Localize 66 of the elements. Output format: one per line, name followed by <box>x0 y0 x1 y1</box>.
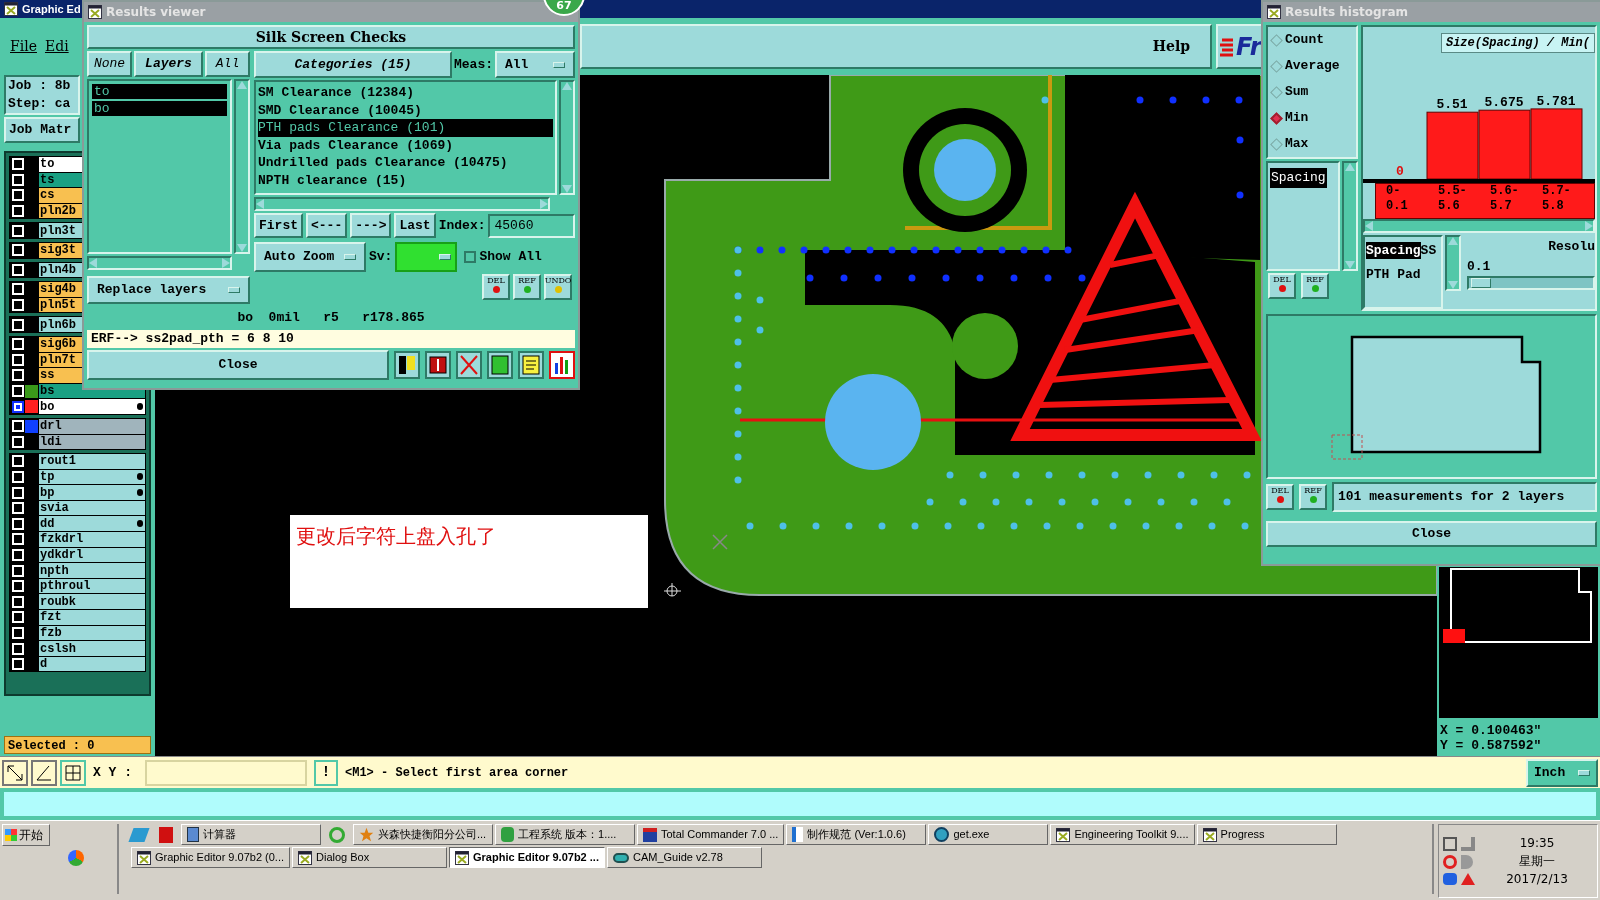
radio-label: Min <box>1285 109 1309 128</box>
value-label: 5.675 <box>1484 95 1524 111</box>
layer-name: rout1 <box>40 453 76 471</box>
category-label: 5.7-5.8 <box>1541 184 1572 215</box>
layer-name: svia <box>40 500 69 518</box>
window-title: Results histogram <box>1285 4 1409 21</box>
layer-name: ydkdrl <box>40 546 84 564</box>
status-line: bo 0mil r5 r178.865 <box>236 309 426 327</box>
layer-name: ss <box>40 367 55 385</box>
layer-name: cslsh <box>40 640 76 658</box>
layer-name: to <box>40 156 55 174</box>
y-coordinate: Y = 0.587592" <box>1440 738 1543 753</box>
layer-name: bs <box>40 383 55 400</box>
prompt-message: <M1> - Select first area corner <box>344 764 570 782</box>
layer-name: d <box>40 656 48 674</box>
checkbox-label: Show All <box>479 248 542 267</box>
layer-name: pln2b <box>40 203 76 221</box>
radio-label: Count <box>1285 31 1324 50</box>
layer-name: fzkdrl <box>40 531 84 549</box>
window-title: Graphic Ed <box>22 1 81 17</box>
layer-name: cs <box>40 187 55 205</box>
value-label: 0 <box>1396 164 1404 179</box>
layer-name: fzt <box>40 609 62 627</box>
layer-name: pln7t <box>40 351 76 369</box>
layer-name: bo <box>40 398 55 416</box>
selected-count: Selected : 0 <box>4 736 151 754</box>
layer-name: pln4b <box>40 261 76 279</box>
index-label: Index: <box>438 216 486 235</box>
layer-name: npth <box>40 562 69 580</box>
category-label: 5.6-5.7 <box>1489 184 1520 215</box>
layer-name: tp <box>40 469 55 486</box>
layer-name: sig4b <box>40 281 76 299</box>
radio-label: Average <box>1285 57 1340 76</box>
resolution-label: Resolu <box>1548 238 1595 256</box>
sv-label: Sv: <box>369 248 393 267</box>
layer-name: pthroul <box>40 578 91 596</box>
category-label: 5.5-5.6 <box>1437 184 1468 215</box>
step-label: Step: ca <box>8 95 72 113</box>
layer-name: roubk <box>40 593 76 611</box>
logo-text: Fr <box>1236 31 1262 63</box>
meas-label: Meas: <box>454 55 493 74</box>
layer-name: ts <box>40 171 55 189</box>
layer-name: drl <box>40 418 62 436</box>
window-title: Results viewer <box>106 4 206 21</box>
job-label: Job : 8b <box>8 77 72 95</box>
layer-name: pln3t <box>40 222 76 240</box>
radio-label: Sum <box>1285 83 1309 102</box>
xy-label: X Y : <box>92 763 133 782</box>
layer-name: fzb <box>40 624 62 642</box>
layer-name: bp <box>40 484 55 502</box>
value-label: 5.51 <box>1436 97 1468 113</box>
layer-name: sig6b <box>40 336 76 354</box>
layer-name: pln5t <box>40 297 76 315</box>
resolution-value: 0.1 <box>1467 257 1492 276</box>
chart-title: Size(Spacing) / Min( <box>1440 33 1595 53</box>
layer-name: pln6b <box>40 316 76 334</box>
layer-name: dd <box>40 515 55 533</box>
radio-label: Max <box>1285 135 1309 154</box>
x-coordinate: X = 0.100463" <box>1440 723 1543 738</box>
note-text: 更改后字符上盘入孔了 <box>296 524 496 548</box>
layer-name: ldi <box>40 433 62 451</box>
dialog-header: Silk Screen Checks <box>87 25 575 49</box>
summary-text: 101 measurements for 2 layers <box>1332 482 1597 512</box>
category-label: 0-0.1 <box>1385 184 1409 215</box>
value-label: 5.781 <box>1536 93 1576 109</box>
layer-name: sig3t <box>40 242 76 260</box>
